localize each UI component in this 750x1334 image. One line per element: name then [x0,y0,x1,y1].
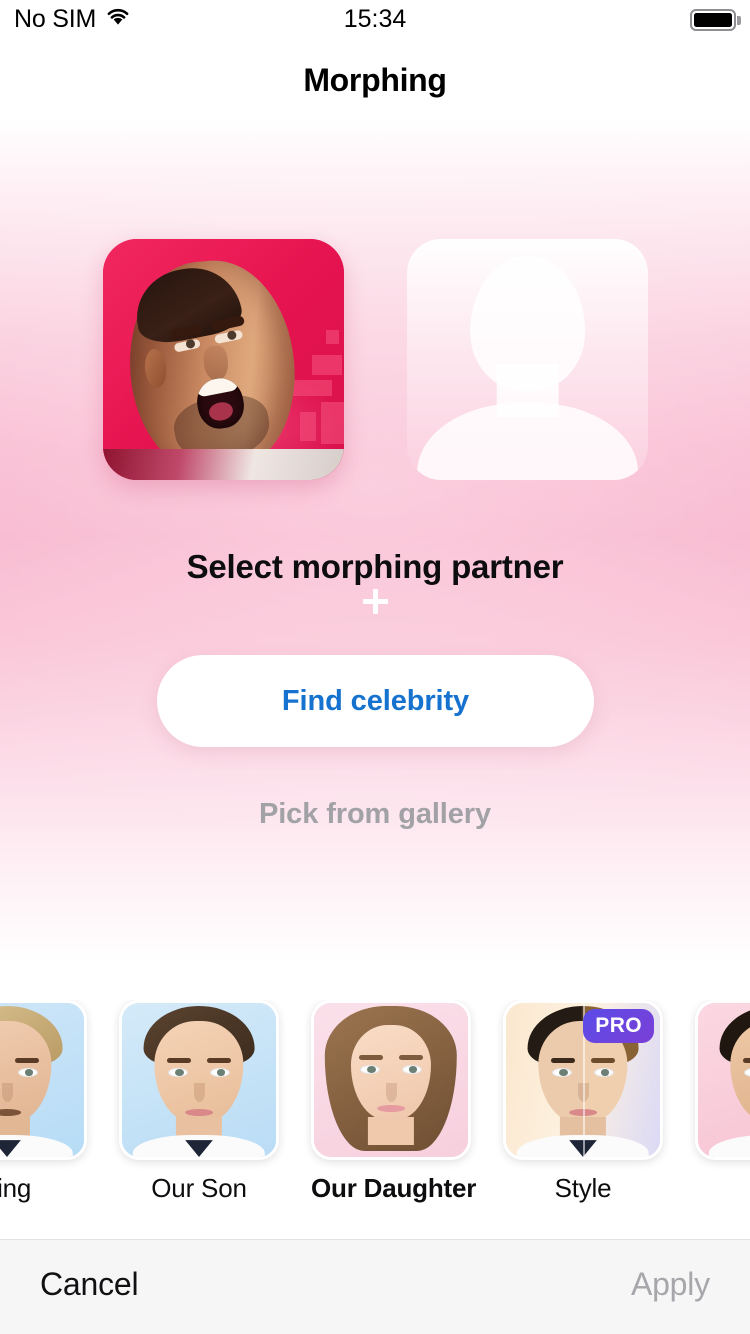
effect-label: Li [695,1173,750,1204]
cancel-button[interactable]: Cancel [40,1266,139,1303]
battery-icon [689,9,741,31]
find-celebrity-button[interactable]: Find celebrity [157,655,594,747]
page-title: Morphing [303,62,447,98]
source-photo-card[interactable] [103,239,344,480]
clock-label: 15:34 [343,5,407,33]
pro-badge: PRO [583,1009,654,1043]
plus-icon [363,589,388,614]
person-silhouette-icon [407,239,648,480]
app-screen: No SIM 15:34 Morphing Select morphing pa… [0,0,750,1334]
effect-label: hing [0,1173,32,1203]
effect-thumbnail [119,1000,279,1160]
effect-item-our-daughter[interactable]: Our Daughter [311,1000,477,1204]
portrait-ear [142,347,168,389]
find-celebrity-label: Find celebrity [281,684,470,717]
effect-label: Our Son [151,1173,247,1203]
effect-item-morphing[interactable]: hing [0,1000,87,1204]
effects-carousel-track: hing Our Son [0,1000,750,1204]
effect-item-our-son[interactable]: Our Son [119,1000,279,1204]
effects-carousel[interactable]: hing Our Son [0,1000,750,1232]
effect-label: Style [554,1173,612,1203]
prompt-heading: Select morphing partner [186,548,564,585]
pick-from-gallery-button[interactable]: Pick from gallery [0,798,750,831]
effect-thumbnail [0,1000,87,1160]
morph-slots-row [0,239,750,614]
source-photo-image [103,239,344,480]
portrait-head [120,253,303,475]
portrait-jersey [103,448,344,480]
effect-thumbnail [311,1000,471,1160]
effect-thumbnail: PRO [503,1000,663,1160]
effect-thumbnail [695,1000,750,1160]
effect-item-li[interactable]: Li [695,1000,750,1204]
effect-label: Our Daughter [311,1173,477,1203]
partner-slot-card[interactable] [407,239,648,480]
status-bar: No SIM 15:34 [0,0,750,44]
action-bar: Cancel Apply [0,1239,750,1334]
effect-item-style[interactable]: PRO Style [503,1000,663,1204]
apply-button[interactable]: Apply [631,1266,710,1303]
